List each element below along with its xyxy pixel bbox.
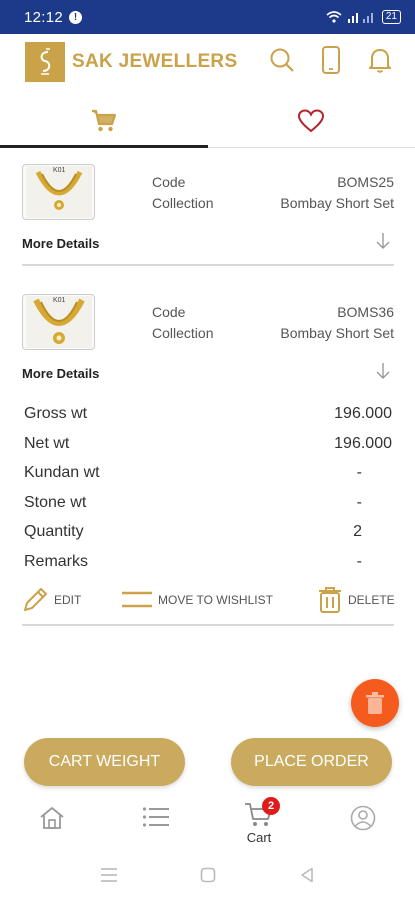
header-actions xyxy=(269,46,393,74)
detail-row-quantity: Quantity 2 xyxy=(24,523,392,541)
recent-apps-icon[interactable] xyxy=(100,867,118,883)
collection-label: Collection xyxy=(152,325,214,341)
detail-label: Kundan wt xyxy=(24,464,100,481)
detail-label: Stone wt xyxy=(24,494,87,511)
delete-button[interactable]: DELETE xyxy=(318,584,395,616)
product-thumbnail[interactable]: K01 xyxy=(22,294,95,350)
code-value: BOMS36 xyxy=(337,304,394,320)
home-button-icon[interactable] xyxy=(200,867,216,883)
mobile-phone-icon[interactable] xyxy=(321,46,341,74)
detail-row-net-wt: Net wt 196.000 xyxy=(24,435,392,453)
tab-cart[interactable] xyxy=(0,94,208,148)
more-details-link[interactable]: More Details xyxy=(22,236,99,251)
wifi-icon xyxy=(326,11,342,23)
list-icon xyxy=(142,807,169,827)
brand-logo xyxy=(25,42,65,82)
detail-label: Gross wt xyxy=(24,405,88,422)
cart-item: K01 Code BOMS25 Collection Bombay Short … xyxy=(22,164,394,268)
item-divider xyxy=(22,264,394,266)
notification-dot-icon: ! xyxy=(69,10,83,24)
collection-value: Bombay Short Set xyxy=(280,195,394,211)
collection-label: Collection xyxy=(152,195,214,211)
detail-label: Quantity xyxy=(24,523,84,540)
trash-icon xyxy=(366,692,384,714)
detail-value: 196.000 xyxy=(334,405,392,422)
detail-row-gross-wt: Gross wt 196.000 xyxy=(24,405,392,423)
collection-value: Bombay Short Set xyxy=(280,325,394,341)
profile-icon xyxy=(350,805,376,831)
product-thumbnail[interactable]: K01 xyxy=(22,164,95,220)
item-divider xyxy=(22,624,394,626)
app-header: SAK JEWELLERS xyxy=(0,34,415,90)
pencil-icon xyxy=(24,588,47,611)
move-to-wishlist-label: MOVE TO WISHLIST xyxy=(158,593,273,607)
signal-icon xyxy=(347,13,373,23)
detail-label: Remarks xyxy=(24,553,89,570)
cart-icon xyxy=(91,109,116,131)
brand-logo-mark-icon xyxy=(40,48,51,75)
status-time: 12:12 xyxy=(24,8,64,26)
tab-wishlist[interactable] xyxy=(208,94,415,147)
arrow-down-icon[interactable] xyxy=(376,232,390,250)
cart-wishlist-tabs xyxy=(0,94,415,148)
detail-value: - xyxy=(356,494,362,511)
move-lines-icon xyxy=(122,591,152,608)
clear-cart-fab[interactable] xyxy=(351,679,399,727)
cart-count-badge: 2 xyxy=(262,797,280,815)
nav-home[interactable] xyxy=(39,805,65,831)
nav-profile[interactable] xyxy=(350,805,376,831)
code-value: BOMS25 xyxy=(337,174,394,190)
nav-catalog[interactable] xyxy=(142,805,170,829)
code-label: Code xyxy=(152,304,186,320)
detail-row-stone-wt: Stone wt - xyxy=(24,494,392,512)
trash-icon xyxy=(319,587,341,613)
back-icon[interactable] xyxy=(300,867,314,883)
detail-value: - xyxy=(356,553,362,570)
nav-cart[interactable]: 2 Cart xyxy=(244,797,280,845)
heart-icon xyxy=(298,108,325,132)
edit-button[interactable]: EDIT xyxy=(22,584,81,616)
home-icon xyxy=(40,806,64,829)
detail-value: 196.000 xyxy=(334,435,392,452)
item-actions: EDIT MOVE TO WISHLIST DELETE xyxy=(22,584,395,616)
status-icons: 21 xyxy=(326,10,401,24)
more-details-link[interactable]: More Details xyxy=(22,366,99,381)
arrow-down-icon[interactable] xyxy=(376,362,390,380)
move-to-wishlist-button[interactable]: MOVE TO WISHLIST xyxy=(122,584,273,616)
delete-label: DELETE xyxy=(348,593,395,607)
edit-label: EDIT xyxy=(54,593,82,607)
system-navigation-bar xyxy=(0,855,415,900)
brand-name: SAK JEWELLERS xyxy=(72,51,238,72)
detail-label: Net wt xyxy=(24,435,70,452)
cart-item: K01 Code BOMS36 Collection Bombay Short … xyxy=(22,294,394,626)
detail-row-kundan-wt: Kundan wt - xyxy=(24,464,392,482)
search-icon[interactable] xyxy=(269,47,295,73)
detail-value: - xyxy=(356,464,362,481)
bell-icon[interactable] xyxy=(367,46,393,74)
place-order-button[interactable]: PLACE ORDER xyxy=(231,738,392,786)
item-tag: K01 xyxy=(53,167,66,174)
battery-icon: 21 xyxy=(381,10,401,24)
detail-row-remarks: Remarks - xyxy=(24,553,392,571)
detail-value: 2 xyxy=(353,523,362,540)
bottom-navigation: 2 Cart xyxy=(0,795,415,855)
item-tag: K01 xyxy=(53,297,66,304)
cart-weight-button[interactable]: CART WEIGHT xyxy=(24,738,185,786)
nav-cart-label: Cart xyxy=(246,830,272,845)
code-label: Code xyxy=(152,174,186,190)
status-bar: 12:12 ! 21 xyxy=(0,0,415,34)
